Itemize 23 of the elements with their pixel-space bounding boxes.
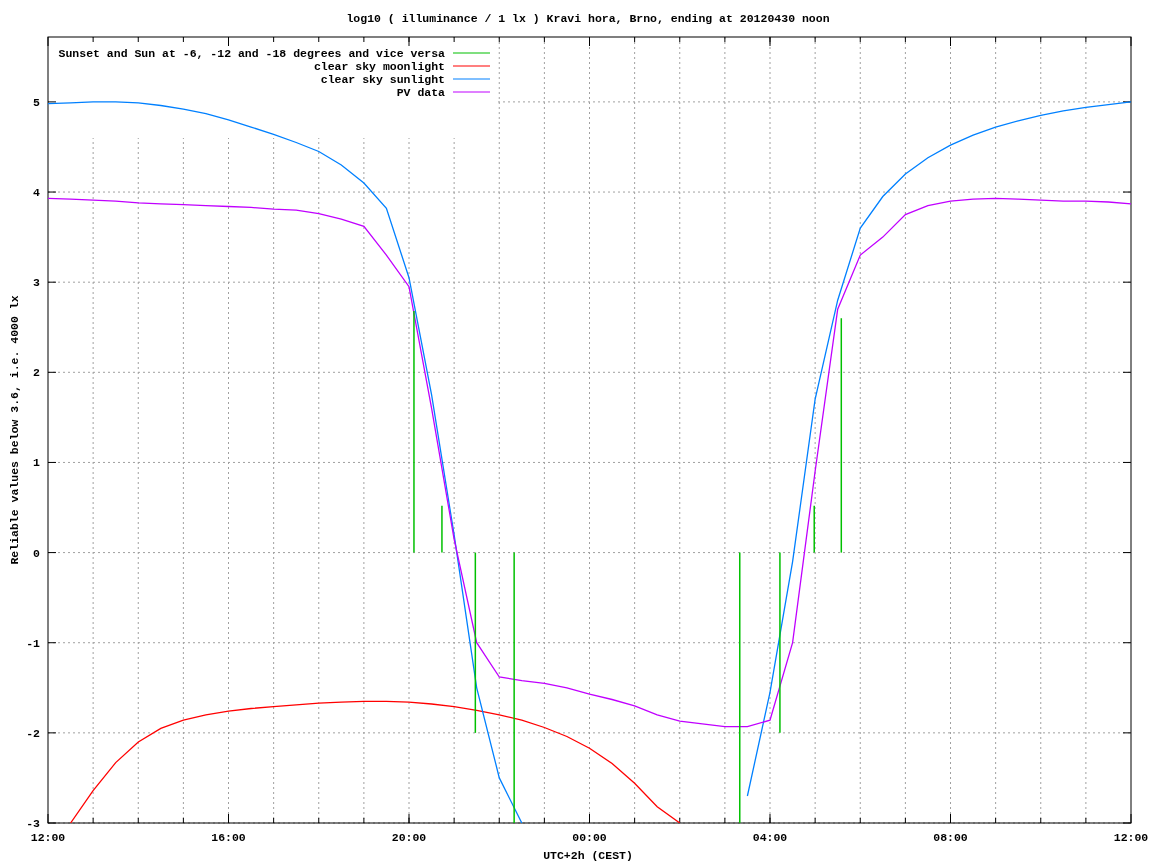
- legend-label: clear sky moonlight: [313, 60, 445, 73]
- y-axis-label: Reliable values below 3.6, i.e. 4000 lx: [8, 295, 21, 565]
- x-tick-label: 20:00: [391, 831, 427, 844]
- y-tick-label: -2: [26, 726, 40, 740]
- legend-label: PV data: [396, 86, 445, 99]
- y-tick-label: 1: [33, 456, 40, 470]
- legend-label: clear sky sunlight: [320, 73, 445, 86]
- x-tick-label: 16:00: [211, 831, 246, 844]
- y-tick-label: 2: [33, 366, 40, 380]
- y-tick-label: 3: [33, 276, 40, 290]
- x-tick-label: 12:00: [30, 831, 66, 844]
- y-tick-label: -1: [26, 636, 40, 650]
- y-tick-label: -3: [26, 817, 40, 830]
- y-tick-label: 5: [33, 95, 40, 109]
- x-tick-label: 08:00: [933, 831, 968, 844]
- x-tick-label: 00:00: [572, 831, 607, 844]
- x-axis-label: UTC+2h (CEST): [543, 849, 633, 862]
- legend-label: Sunset and Sun at -6, -12 and -18 degrees and vice versa: [58, 47, 445, 60]
- x-tick-label: 04:00: [752, 831, 788, 844]
- y-tick-label: 0: [33, 546, 40, 560]
- x-tick-label: 12:00: [1113, 831, 1149, 844]
- chart-title: log10 ( illuminance / 1 lx ) Kravi hora, Brno, ending at 20120430 noon: [346, 12, 830, 25]
- y-tick-label: 4: [33, 186, 40, 200]
